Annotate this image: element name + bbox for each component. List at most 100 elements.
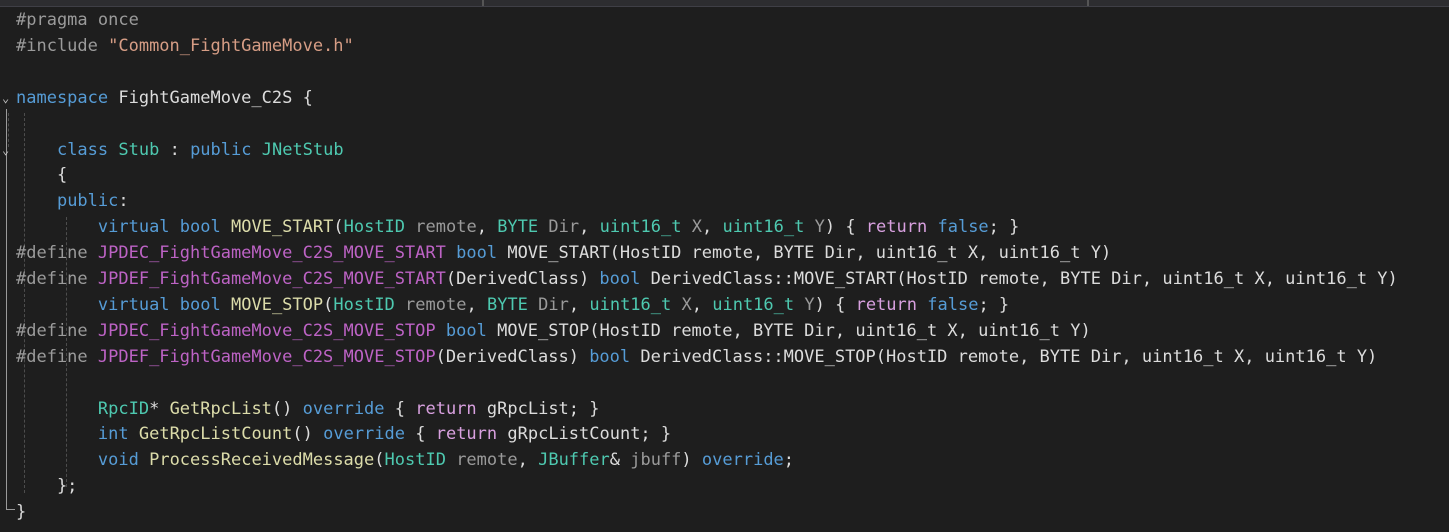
code-token: Stub: [118, 139, 160, 160]
collapse-chevron-icon[interactable]: ⌄: [2, 144, 12, 156]
code-token: (: [333, 217, 344, 238]
code-token: bool: [179, 217, 221, 238]
code-token: bool: [445, 320, 487, 341]
code-token: remote: [405, 294, 467, 315]
code-token: uint16_t: [722, 217, 805, 238]
code-token: #define: [16, 269, 98, 289]
code-token: class: [56, 139, 109, 160]
code-line[interactable]: namespace FightGameMove_C2S {: [16, 85, 313, 111]
code-token: ,: [579, 217, 600, 238]
code-token: X: [691, 217, 702, 238]
code-token: &: [609, 450, 631, 471]
code-token: remote: [456, 450, 518, 471]
indent-guide: [8, 113, 9, 147]
code-token: GetRpcListCount: [138, 424, 293, 445]
code-token: return: [855, 294, 917, 315]
code-token: #define: [16, 243, 98, 264]
code-token: public: [190, 139, 252, 160]
code-line[interactable]: #define JPDEC_FightGameMove_C2S_MOVE_STO…: [16, 318, 1091, 344]
code-token: MOVE_START(HostID remote, BYTE Dir, uint…: [497, 243, 1112, 264]
code-line[interactable]: }: [16, 499, 26, 525]
code-token: false: [927, 294, 979, 315]
code-token: Y: [804, 294, 815, 315]
code-token: uint16_t: [712, 294, 795, 315]
code-token: *: [149, 398, 170, 419]
code-token: MOVE_STOP: [231, 294, 324, 315]
code-token: virtual: [97, 217, 170, 238]
code-editor[interactable]: #pragma once #include "Common_FightGameMo…: [0, 7, 1449, 532]
code-token: {: [405, 424, 436, 445]
code-token: override: [302, 398, 385, 419]
namespace-scope-bracket: [6, 109, 15, 510]
code-token: GetRpcList: [169, 398, 272, 419]
code-line[interactable]: {: [16, 162, 67, 188]
code-token: HostID: [333, 294, 395, 315]
code-token: gRpcList; }: [476, 398, 600, 419]
code-token: X: [681, 294, 692, 315]
code-line[interactable]: class Stub : public JNetStub: [16, 137, 344, 163]
code-line[interactable]: #include "Common_FightGameMove.h": [16, 33, 354, 59]
code-line[interactable]: public:: [16, 188, 129, 214]
code-line[interactable]: virtual bool MOVE_STOP(HostID remote, BY…: [16, 292, 1009, 318]
code-line[interactable]: int GetRpcListCount() override { return …: [16, 421, 671, 447]
code-token: gRpcListCount; }: [497, 424, 672, 445]
code-line[interactable]: #define JPDEF_FightGameMove_C2S_MOVE_STA…: [16, 266, 1398, 292]
tab-divider: [482, 0, 484, 6]
code-token: MOVE_STOP(HostID remote, BYTE Dir, uint1…: [486, 320, 1091, 341]
code-token: #include: [16, 35, 109, 56]
code-token: bool: [179, 294, 221, 315]
code-token: (: [374, 450, 385, 471]
code-token: ) {: [824, 217, 866, 238]
code-token: namespace: [16, 87, 109, 108]
code-token: ): [681, 450, 702, 471]
code-token: DerivedClass::MOVE_START(HostID remote, …: [640, 269, 1398, 289]
code-token: ,: [466, 294, 487, 315]
code-token: FightGameMove_C2S {: [108, 87, 313, 108]
code-token: :: [159, 139, 191, 160]
code-token: JPDEC_FightGameMove_C2S_MOVE_STOP: [97, 320, 436, 341]
code-token: }: [16, 502, 27, 523]
code-line[interactable]: #pragma once: [16, 7, 139, 33]
code-token: virtual: [97, 294, 170, 315]
code-token: return: [865, 217, 928, 238]
code-token: (DerivedClass): [445, 269, 600, 289]
code-token: HostID: [384, 450, 446, 471]
code-token: BYTE: [486, 294, 528, 315]
code-token: {: [16, 165, 68, 186]
code-line[interactable]: };: [16, 473, 77, 499]
code-token: return: [415, 398, 477, 419]
code-token: bool: [456, 243, 498, 264]
code-token: ; }: [988, 217, 1020, 238]
code-token: uint16_t: [599, 217, 682, 238]
code-token: ; }: [978, 294, 1010, 315]
code-token: #define: [16, 320, 98, 341]
code-token: RpcID: [97, 398, 150, 419]
title-bar-strip: [0, 0, 1449, 7]
code-line[interactable]: virtual bool MOVE_START(HostID remote, B…: [16, 214, 1020, 240]
code-token: :: [118, 191, 129, 212]
code-line[interactable]: #define JPDEF_FightGameMove_C2S_MOVE_STO…: [16, 344, 1377, 370]
code-line[interactable]: #define JPDEC_FightGameMove_C2S_MOVE_STA…: [16, 240, 1111, 266]
code-line[interactable]: RpcID* GetRpcList() override { return gR…: [16, 396, 600, 422]
code-line[interactable]: void ProcessReceivedMessage(HostID remot…: [16, 447, 794, 473]
code-token: MOVE_START: [231, 217, 334, 238]
code-token: (DerivedClass): [435, 346, 590, 367]
collapse-chevron-icon[interactable]: ⌄: [2, 92, 12, 104]
code-token: {: [384, 398, 416, 419]
code-token: (): [292, 424, 324, 445]
code-token: #define: [16, 346, 98, 367]
